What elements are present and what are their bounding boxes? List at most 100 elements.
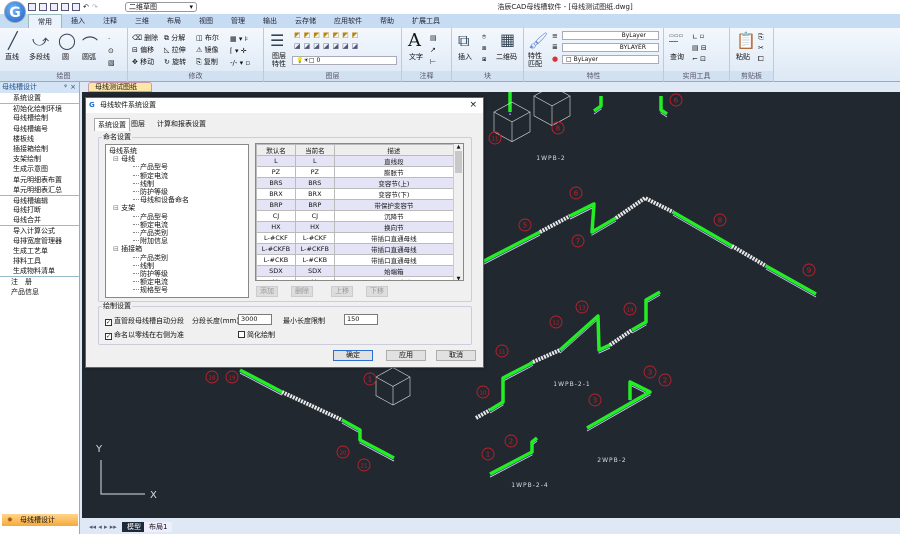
tab-layers[interactable]: 图层 — [128, 118, 148, 130]
tab-layout1[interactable]: 布局1 — [144, 522, 173, 532]
ribbon-tab[interactable]: 常用 — [28, 14, 62, 28]
close-icon[interactable]: × — [70, 82, 76, 93]
ribbon-tab[interactable]: 视图 — [190, 14, 222, 28]
busway-bend[interactable] — [614, 195, 674, 220]
workspace-dropdown[interactable]: 二维草图 ▾ — [125, 2, 197, 12]
ribbon-tab[interactable]: 输出 — [254, 14, 286, 28]
busway-bend[interactable] — [608, 328, 634, 347]
table-row[interactable]: LLLLL型水平弯头 — [256, 276, 455, 280]
ribbon-tab[interactable]: 注释 — [94, 14, 126, 28]
busway-segment[interactable] — [672, 210, 733, 248]
layer-tools-icon[interactable]: ◩◩◩◩◩◩◩ — [294, 31, 361, 39]
left-panel-item[interactable]: 母线槽编号 — [0, 124, 79, 134]
move-up-button[interactable]: 上移 — [331, 286, 353, 297]
tree-node[interactable]: 防护等级 — [109, 270, 245, 278]
busway-bend[interactable] — [281, 390, 343, 422]
move-down-button[interactable]: 下移 — [366, 286, 388, 297]
tree-node[interactable]: 产品类别 — [109, 229, 245, 237]
draw-more-icon[interactable]: · ⊙ ▧ — [108, 33, 115, 69]
tab-system-settings[interactable]: 系统设置 — [94, 118, 130, 131]
busway-bend[interactable] — [475, 408, 491, 420]
ribbon-tab[interactable]: 插入 — [62, 14, 94, 28]
tab-model[interactable]: 模型 — [122, 522, 146, 532]
busway-bend[interactable] — [730, 244, 768, 268]
left-panel-item[interactable]: 生成工艺单 — [0, 246, 79, 256]
left-panel-item[interactable]: 产品信息 — [0, 287, 79, 297]
busway-segment[interactable] — [569, 202, 617, 234]
erase-button[interactable]: ⌫ 删除 — [132, 33, 158, 43]
tree-node[interactable]: 线制 — [109, 180, 245, 188]
paste-button[interactable]: 粘贴 — [736, 52, 750, 62]
delete-button[interactable]: 删除 — [291, 286, 313, 297]
left-panel-footer-tab[interactable]: ✹ 母线槽设计 — [2, 514, 78, 526]
left-panel-item[interactable]: 注 册 — [0, 276, 79, 286]
left-panel-item[interactable]: 排料工具 — [0, 256, 79, 266]
busway-segment[interactable] — [481, 230, 541, 264]
query-button[interactable]: 查询 — [670, 52, 684, 62]
save-as-icon[interactable] — [61, 3, 69, 11]
collapse-icon[interactable]: ⊟ — [113, 245, 121, 253]
busway-segment[interactable] — [586, 380, 652, 430]
tree-node[interactable]: 额定电流 — [109, 172, 245, 180]
cancel-button[interactable]: 取消 — [436, 350, 476, 361]
busway-bend[interactable] — [532, 348, 561, 364]
layer-properties-button[interactable]: 图层特性 — [269, 52, 289, 68]
modify-more-icon[interactable]: ▦ ▾ ⊧ ⌈ ▾ ✛ -/- ▾ ▫ — [230, 33, 250, 69]
open-folder-icon[interactable] — [39, 3, 47, 11]
move-button[interactable]: ✥ 移动 — [132, 57, 154, 67]
text-button[interactable]: 文字 — [409, 52, 423, 62]
arc-button[interactable]: 圆弧 — [82, 52, 96, 62]
new-file-icon[interactable] — [28, 3, 36, 11]
table-row[interactable]: L-#CKFB L-#CKFB 带插口直通母线 — [256, 243, 455, 255]
pin-icon[interactable]: ᵠ — [64, 82, 67, 93]
block-tools-icon[interactable]: ⌾ ⧈ ⧆ — [482, 32, 486, 65]
busway-segment[interactable] — [558, 314, 611, 352]
ribbon-tab[interactable]: 三维 — [126, 14, 158, 28]
left-panel-item[interactable]: 生成物料清单 — [0, 266, 79, 276]
collapse-icon[interactable]: ⊟ — [113, 155, 121, 163]
tree-node[interactable]: 产品型号 — [109, 163, 245, 171]
simplify-checkbox[interactable]: 简化绘制 — [238, 330, 275, 340]
column-header[interactable]: 当前名 — [294, 144, 335, 156]
tree-node[interactable]: 规格型号 — [109, 286, 245, 294]
ribbon-tab[interactable]: 管理 — [222, 14, 254, 28]
circle-button[interactable]: 圆 — [62, 52, 69, 62]
ribbon-tab[interactable]: 帮助 — [371, 14, 403, 28]
apply-button[interactable]: 应用 — [386, 350, 426, 361]
boolean-button[interactable]: ◫ 布尔 — [196, 33, 219, 43]
tab-nav-arrows[interactable]: ◂◂ ◂ ▸ ▸▸ — [84, 522, 122, 532]
table-row[interactable]: L-#CKF L-#CKF 带插口直通母线 — [256, 232, 455, 244]
naming-table[interactable]: 默认名 当前名 描述 L L 直线段 PZ PZ 膨胀节 BRS BRS 变容节(上) BRX BRX 变容… — [255, 143, 464, 281]
print-icon[interactable] — [72, 3, 80, 11]
busway-segment[interactable] — [239, 368, 283, 394]
zero-line-right-checkbox[interactable]: ✓ 命名以零线在右侧为准 — [105, 330, 184, 340]
left-panel-item[interactable]: 单元明细表布置 — [0, 175, 79, 185]
rotate-button[interactable]: ↻ 旋转 — [164, 57, 186, 67]
explode-button[interactable]: ⧉ 分解 — [164, 33, 185, 43]
color-dropdown[interactable]: □ ByLayer — [562, 55, 659, 64]
tree-node[interactable]: 额定电流 — [109, 221, 245, 229]
annotation-tools-icon[interactable]: ▤ ↗ ⊢ — [430, 32, 437, 68]
left-panel-item[interactable]: 母线合并 — [0, 215, 79, 225]
min-length-input[interactable]: 150 — [344, 314, 378, 325]
tree-node[interactable]: 产品类别 — [109, 254, 245, 262]
layer-tools-2-icon[interactable]: ◪◪◪◪◪◪◪ — [294, 42, 361, 50]
line-button[interactable]: 直线 — [5, 52, 19, 62]
tree-node[interactable]: 产品型号 — [109, 213, 245, 221]
cut-copy-icons[interactable]: ⎘ ✂ ⧠ — [758, 32, 764, 65]
tree-node[interactable]: ⊟ 插接箱 — [109, 245, 245, 253]
table-row[interactable]: BRS BRS 变容节(上) — [256, 177, 455, 189]
busway-segment[interactable] — [341, 418, 395, 460]
naming-tree[interactable]: 母线系统 ⊟ 母线 产品型号 额定电流 线制 防护等级 母线和设备命名 ⊟ 支架 产品型号 额定电… — [105, 144, 249, 298]
ribbon-tab[interactable]: 扩展工具 — [403, 14, 449, 28]
busway-riser[interactable] — [659, 96, 668, 116]
mirror-button[interactable]: ⚠ 镜像 — [196, 45, 219, 55]
left-panel-item[interactable]: 母线打断 — [0, 205, 79, 215]
utility-tools-icon[interactable]: ∟ ⌑ ▤ ⊟ ⌐ ⊡ — [692, 32, 707, 65]
tree-node[interactable]: 线制 — [109, 262, 245, 270]
left-panel-item[interactable]: 母线槽绘制 — [0, 113, 79, 123]
linetype-dropdown[interactable]: ByLayer — [562, 31, 659, 40]
ribbon-tab[interactable]: 应用软件 — [325, 14, 371, 28]
offset-button[interactable]: ⊟ 偏移 — [132, 45, 154, 55]
app-menu-button[interactable]: G — [4, 1, 26, 23]
